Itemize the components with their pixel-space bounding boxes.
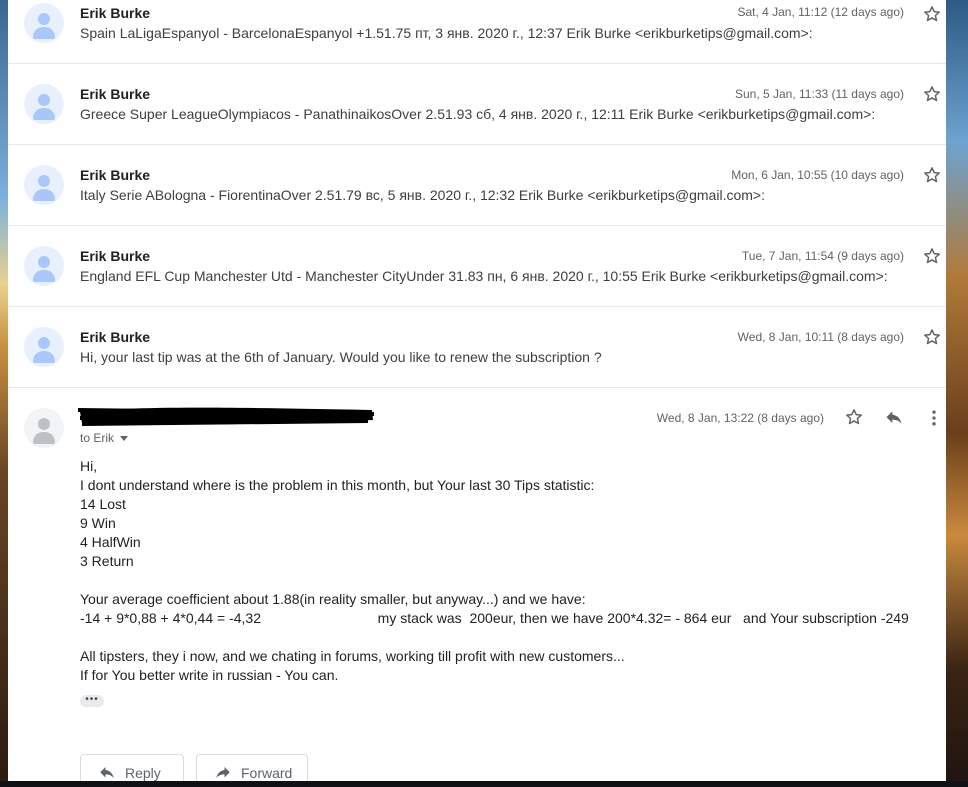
avatar (24, 327, 64, 367)
message-date: Tue, 7 Jan, 11:54 (9 days ago) (741, 249, 904, 263)
forward-icon (213, 764, 233, 781)
forward-label: Forward (241, 765, 293, 781)
message-snippet: Greece Super LeagueOlympiacos - Panathin… (80, 106, 876, 122)
star-icon[interactable] (844, 407, 864, 427)
sender-name: Erik Burke (80, 167, 151, 183)
message-snippet: Spain LaLigaEspanyol - BarcelonaEspanyol… (80, 25, 813, 41)
sender-name: Erik Burke (80, 5, 151, 21)
message-body-line: 14 Lost (80, 496, 126, 512)
avatar (24, 3, 64, 43)
message-body-line: If for You better write in russian - You… (80, 667, 339, 683)
star-icon[interactable] (922, 165, 942, 185)
sender-name: Erik Burke (80, 86, 151, 102)
message-body-line: Hi, (80, 458, 98, 474)
message-body-line: -14 + 9*0,88 + 4*0,44 = -4,32 my stack w… (80, 610, 909, 626)
sender-name: Erik Burke (80, 248, 151, 264)
forward-button[interactable]: Forward (196, 754, 308, 781)
reply-icon[interactable] (884, 408, 904, 428)
recipient-label: to Erik (80, 431, 115, 445)
recipient-dropdown[interactable]: to Erik (80, 431, 129, 445)
avatar (24, 165, 64, 205)
message-body-line: 3 Return (80, 553, 134, 569)
message-date: Mon, 6 Jan, 10:55 (10 days ago) (731, 168, 904, 182)
reply-button[interactable]: Reply (80, 754, 184, 781)
message-date: Sun, 5 Jan, 11:33 (11 days ago) (734, 87, 904, 101)
star-icon[interactable] (922, 4, 942, 24)
message-date: Wed, 8 Jan, 13:22 (8 days ago) (656, 411, 824, 425)
reply-label: Reply (125, 765, 161, 781)
show-trimmed-content-button[interactable]: ••• (80, 695, 104, 707)
message-snippet: Italy Serie ABologna - FiorentinaOver 2.… (80, 187, 765, 203)
message-snippet: England EFL Cup Manchester Utd - Manches… (80, 268, 888, 284)
message-body-line: 9 Win (80, 515, 116, 531)
collapsed-message[interactable]: Erik Burke Italy Serie ABologna - Fioren… (8, 145, 946, 226)
avatar (24, 246, 64, 286)
star-icon[interactable] (922, 246, 942, 266)
message-body-line: Your average coefficient about 1.88(in r… (80, 591, 586, 607)
message-body-line: I dont understand where is the problem i… (80, 477, 595, 493)
taskbar-edge (0, 781, 968, 787)
message-body-line: All tipsters, they i now, and we chating… (80, 648, 625, 664)
avatar (24, 84, 64, 124)
collapsed-message[interactable]: Erik Burke England EFL Cup Manchester Ut… (8, 226, 946, 307)
collapsed-message[interactable]: Erik Burke Greece Super LeagueOlympiacos… (8, 64, 946, 145)
message-snippet: Hi, your last tip was at the 6th of Janu… (80, 349, 602, 365)
message-date: Wed, 8 Jan, 10:11 (8 days ago) (737, 330, 904, 344)
redacted-sender (78, 407, 374, 426)
reply-icon (97, 764, 117, 781)
collapsed-message[interactable]: Erik Burke Hi, your last tip was at the … (8, 307, 946, 388)
avatar (24, 408, 64, 448)
chevron-down-icon (120, 436, 129, 442)
more-vert-icon[interactable] (924, 408, 944, 428)
sender-name: Erik Burke (80, 329, 151, 345)
star-icon[interactable] (922, 84, 942, 104)
message-body-line: 4 HalfWin (80, 534, 141, 550)
message-date: Sat, 4 Jan, 11:12 (12 days ago) (737, 5, 904, 19)
collapsed-message[interactable]: Erik Burke Spain LaLigaEspanyol - Barcel… (8, 0, 946, 64)
email-thread: Erik Burke Spain LaLigaEspanyol - Barcel… (8, 0, 946, 781)
star-icon[interactable] (922, 327, 942, 347)
